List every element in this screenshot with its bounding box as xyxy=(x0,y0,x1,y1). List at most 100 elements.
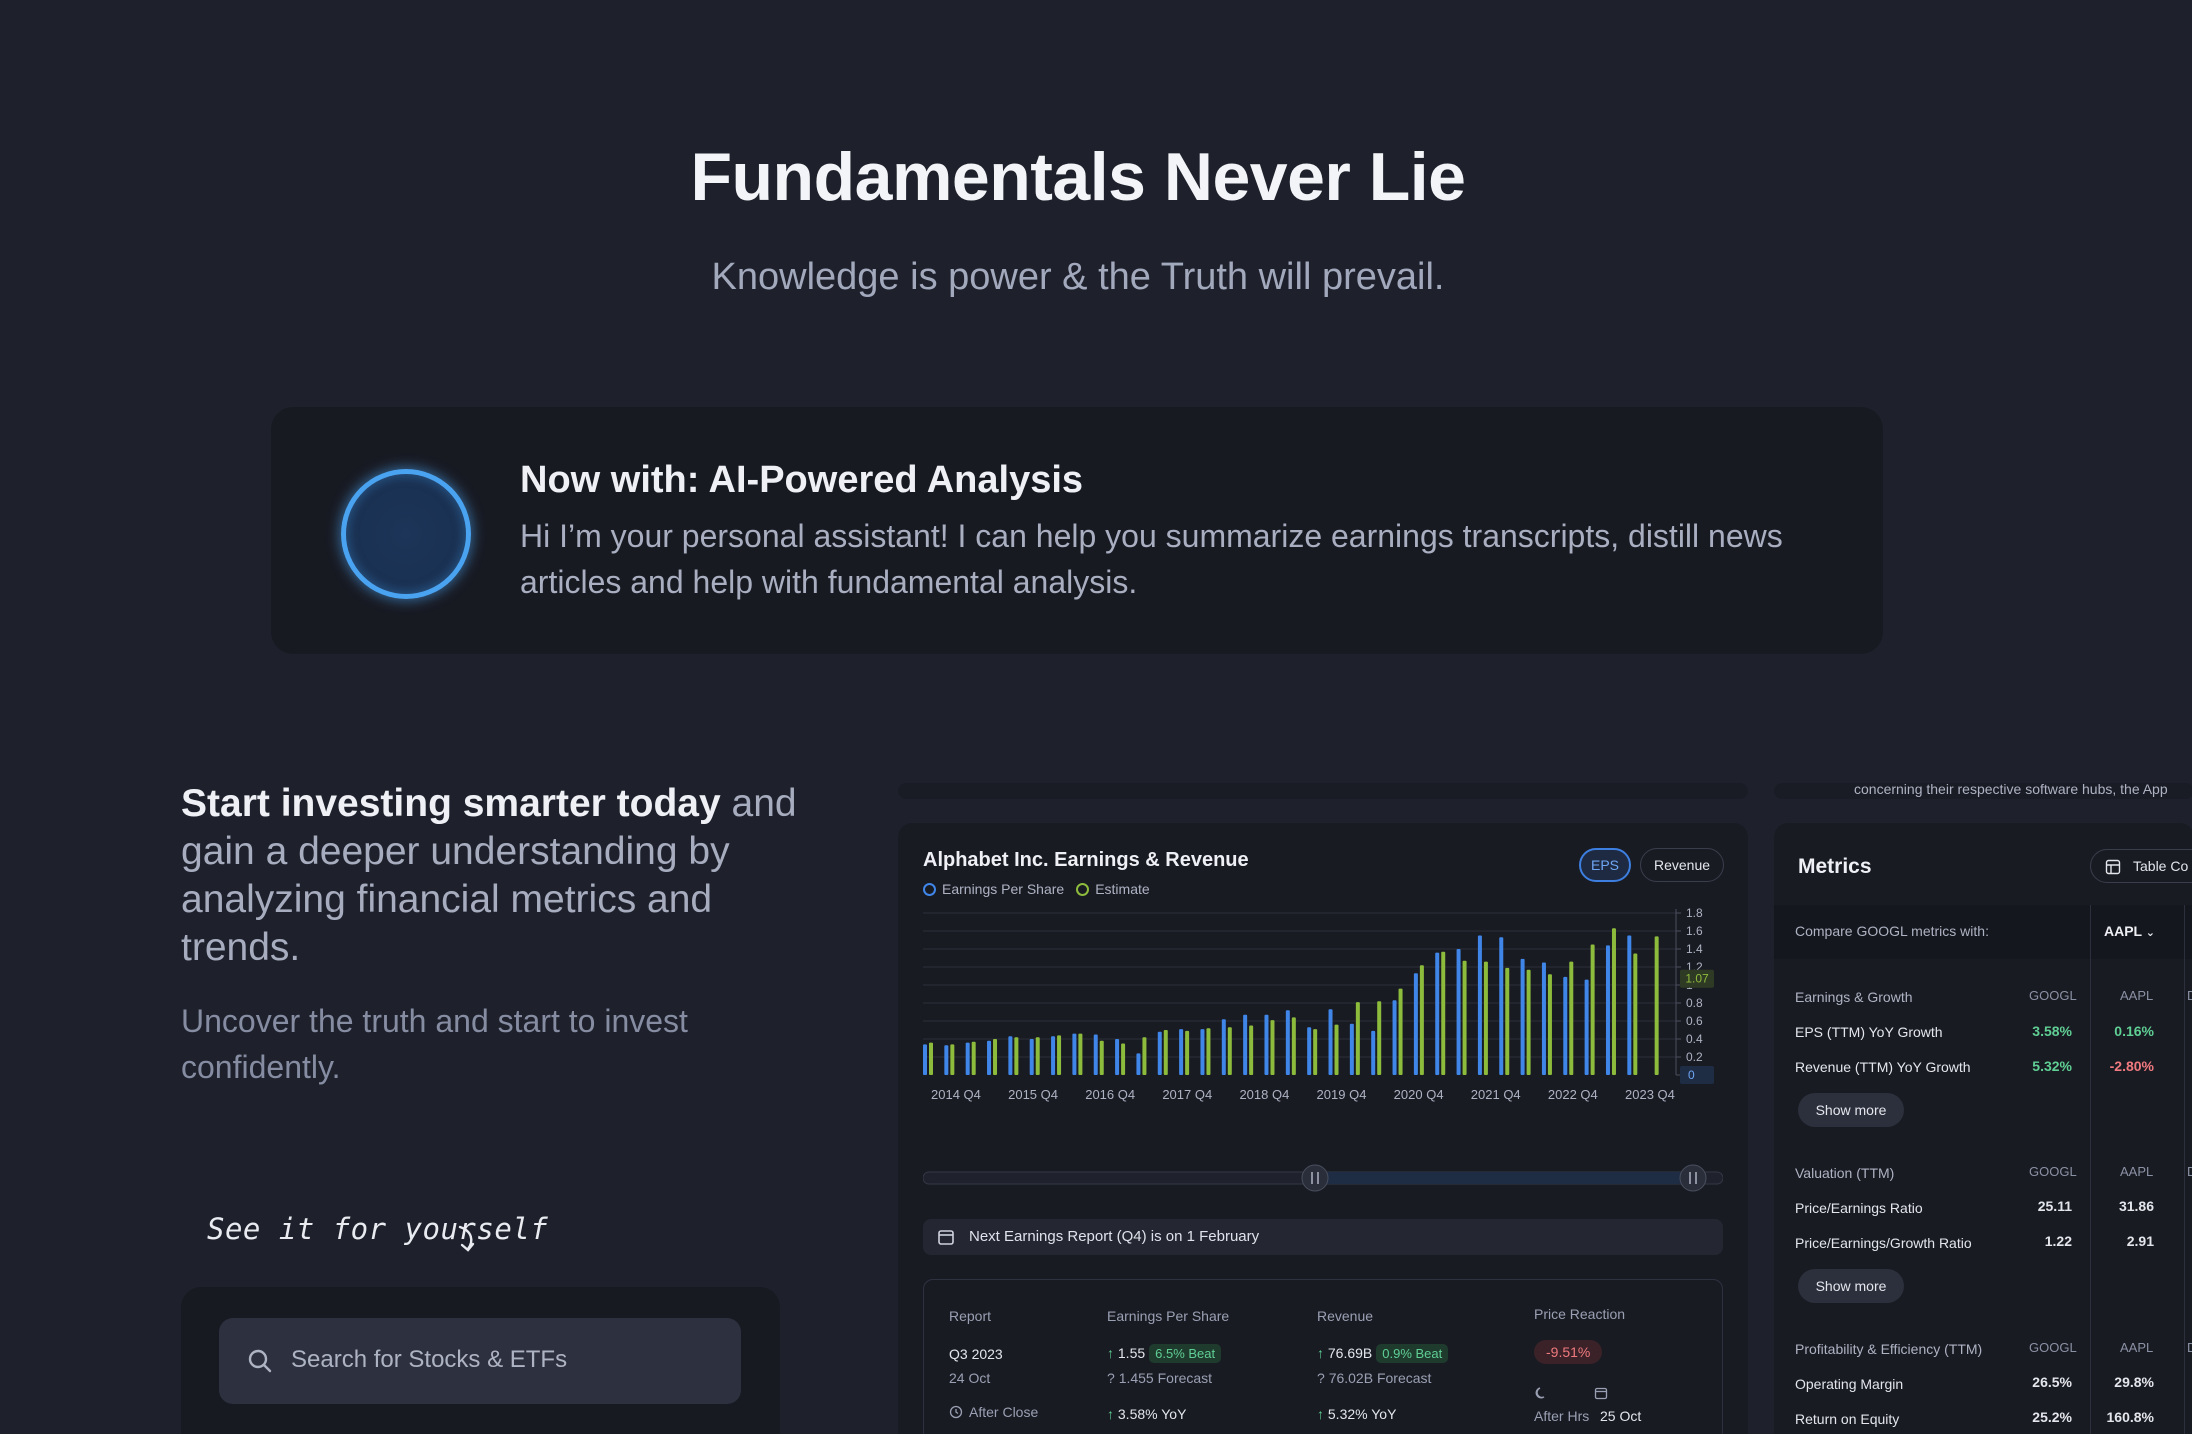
metric-value-aapl: 31.86 xyxy=(2118,1198,2154,1214)
estimate-bar xyxy=(1355,1002,1360,1075)
stock-search-input[interactable]: Search for Stocks & ETFs xyxy=(219,1318,741,1404)
estimate-bar xyxy=(1057,1035,1062,1075)
estimate-bar xyxy=(1270,1020,1275,1075)
compare-select-value: AAPL xyxy=(2104,923,2142,939)
estimate-bar xyxy=(1441,951,1446,1075)
eps-bar xyxy=(1264,1014,1269,1075)
earnings-panel: Alphabet Inc. Earnings & Revenue Earning… xyxy=(898,823,1748,1434)
eps-bar xyxy=(1563,976,1568,1075)
estimate-bar xyxy=(1419,965,1424,1075)
eps-beat-badge: 6.5% Beat xyxy=(1149,1344,1222,1363)
col-googl: GOOGL xyxy=(2029,1340,2077,1355)
eps-bar xyxy=(1627,935,1632,1075)
estimate-bar xyxy=(1099,1040,1104,1075)
col-report: Report xyxy=(949,1308,992,1324)
show-more-button[interactable]: Show more xyxy=(1798,1269,1904,1303)
up-arrow-icon: ↑ xyxy=(1317,1345,1324,1361)
table-button-label: Table Co xyxy=(2133,858,2189,874)
legend-estimate-label: Estimate xyxy=(1095,881,1150,897)
legend-eps-label: Earnings Per Share xyxy=(942,881,1065,897)
metric-row-label: EPS (TTM) YoY Growth xyxy=(1795,1024,1943,1040)
estimate-bar xyxy=(1483,961,1488,1075)
calendar-icon xyxy=(938,1230,954,1245)
rev-forecast-row: ? 76.02B Forecast xyxy=(1317,1370,1432,1386)
calendar-small-icon xyxy=(1594,1387,1608,1400)
rev-actual-row: ↑ 76.69B 0.9% Beat xyxy=(1317,1344,1449,1363)
reaction-date: 25 Oct xyxy=(1600,1408,1642,1424)
estimate-bar xyxy=(1227,1027,1232,1075)
rev-beat-badge: 0.9% Beat xyxy=(1376,1344,1449,1363)
eps-bar xyxy=(1029,1039,1034,1075)
y-tick-label: 1.8 xyxy=(1686,906,1703,920)
x-tick-label: 2017 Q4 xyxy=(1162,1087,1212,1102)
estimate-bar xyxy=(1121,1043,1126,1075)
metric-value-googl: 26.5% xyxy=(2032,1374,2072,1390)
x-tick-label: 2020 Q4 xyxy=(1394,1087,1444,1102)
show-more-button[interactable]: Show more xyxy=(1798,1093,1904,1127)
rev-yoy-row: ↑ 5.32% YoY xyxy=(1317,1406,1396,1422)
eps-actual: 1.55 xyxy=(1117,1345,1146,1361)
metric-row-label: Price/Earnings/Growth Ratio xyxy=(1795,1235,1972,1251)
eps-bar xyxy=(1349,1023,1354,1075)
estimate-legend-dot xyxy=(1076,882,1090,896)
eps-bar xyxy=(1285,1010,1290,1075)
up-arrow-icon: ↑ xyxy=(1107,1406,1114,1422)
eps-bar xyxy=(1413,973,1418,1075)
revenue-toggle-button[interactable]: Revenue xyxy=(1640,848,1724,882)
col-next: D xyxy=(2187,1340,2192,1355)
eps-forecast-row: ? 1.455 Forecast xyxy=(1107,1370,1213,1386)
estimate-bar xyxy=(1611,928,1616,1075)
eps-bar xyxy=(1371,1030,1376,1075)
range-handle-left[interactable] xyxy=(1301,1164,1329,1192)
rev-forecast: 76.02B Forecast xyxy=(1328,1370,1432,1386)
estimate-bar xyxy=(1590,944,1595,1075)
zero-marker-label: 0 xyxy=(1688,1068,1695,1082)
estimate-bar xyxy=(1163,1030,1168,1075)
intro-lead-strong: Start investing smarter today xyxy=(181,782,721,825)
estimate-bar xyxy=(1313,1029,1318,1075)
eps-bar xyxy=(1520,958,1525,1075)
x-tick-label: 2022 Q4 xyxy=(1548,1087,1598,1102)
metric-value-googl: 1.22 xyxy=(2044,1233,2072,1249)
intro-lead: Start investing smarter today and gain a… xyxy=(181,780,811,972)
x-tick-label: 2021 Q4 xyxy=(1471,1087,1521,1102)
ai-feature-banner: Now with: AI-Powered Analysis Hi I’m you… xyxy=(271,407,1883,654)
estimate-bar xyxy=(1505,967,1510,1075)
estimate-bar xyxy=(1014,1037,1019,1075)
range-slider[interactable] xyxy=(923,1163,1723,1193)
legend-estimate[interactable]: Estimate xyxy=(1076,881,1150,897)
price-reaction-row: -9.51% xyxy=(1534,1340,1603,1364)
eps-bar xyxy=(1456,949,1461,1075)
estimate-bar xyxy=(1654,936,1659,1075)
column-divider xyxy=(2184,905,2185,1434)
rev-actual: 76.69B xyxy=(1327,1345,1373,1361)
col-price-reaction: Price Reaction xyxy=(1534,1306,1626,1322)
eps-bar xyxy=(1307,1027,1312,1075)
estimate-bar xyxy=(1462,960,1467,1075)
estimate-bar xyxy=(1633,953,1638,1075)
ai-banner-text: Hi I’m your personal assistant! I can he… xyxy=(520,518,1783,600)
y-tick-label: 1.6 xyxy=(1686,924,1703,938)
compare-select[interactable]: AAPL ⌄ xyxy=(2104,923,2155,939)
eps-bar xyxy=(1243,1014,1248,1075)
eps-toggle-button[interactable]: EPS xyxy=(1579,848,1631,882)
estimate-bar xyxy=(1142,1037,1147,1075)
legend-eps[interactable]: Earnings Per Share xyxy=(923,881,1064,897)
range-handle-right[interactable] xyxy=(1679,1164,1707,1192)
eps-actual-row: ↑ 1.55 6.5% Beat xyxy=(1107,1344,1222,1363)
page-title: Fundamentals Never Lie xyxy=(690,139,1466,215)
table-compare-button[interactable]: Table Co xyxy=(2090,849,2192,883)
section-profitability: Profitability & Efficiency (TTM) xyxy=(1795,1341,1983,1357)
y-tick-label: 0.4 xyxy=(1686,1032,1703,1046)
intro-sublead: Uncover the truth and start to invest co… xyxy=(181,1003,688,1085)
news-snippet: concerning their respective software hub… xyxy=(1854,781,2168,797)
eps-bar xyxy=(1435,952,1440,1075)
metric-value-aapl: 29.8% xyxy=(2114,1374,2154,1390)
x-tick-label: 2016 Q4 xyxy=(1085,1087,1135,1102)
col-aapl: AAPL xyxy=(2120,1164,2154,1179)
estimate-bar xyxy=(1078,1033,1083,1075)
eps-bar xyxy=(1136,1053,1141,1075)
estimate-bar xyxy=(1526,969,1531,1075)
estimate-bar xyxy=(950,1044,955,1075)
y-tick-label: 0.2 xyxy=(1686,1050,1703,1064)
